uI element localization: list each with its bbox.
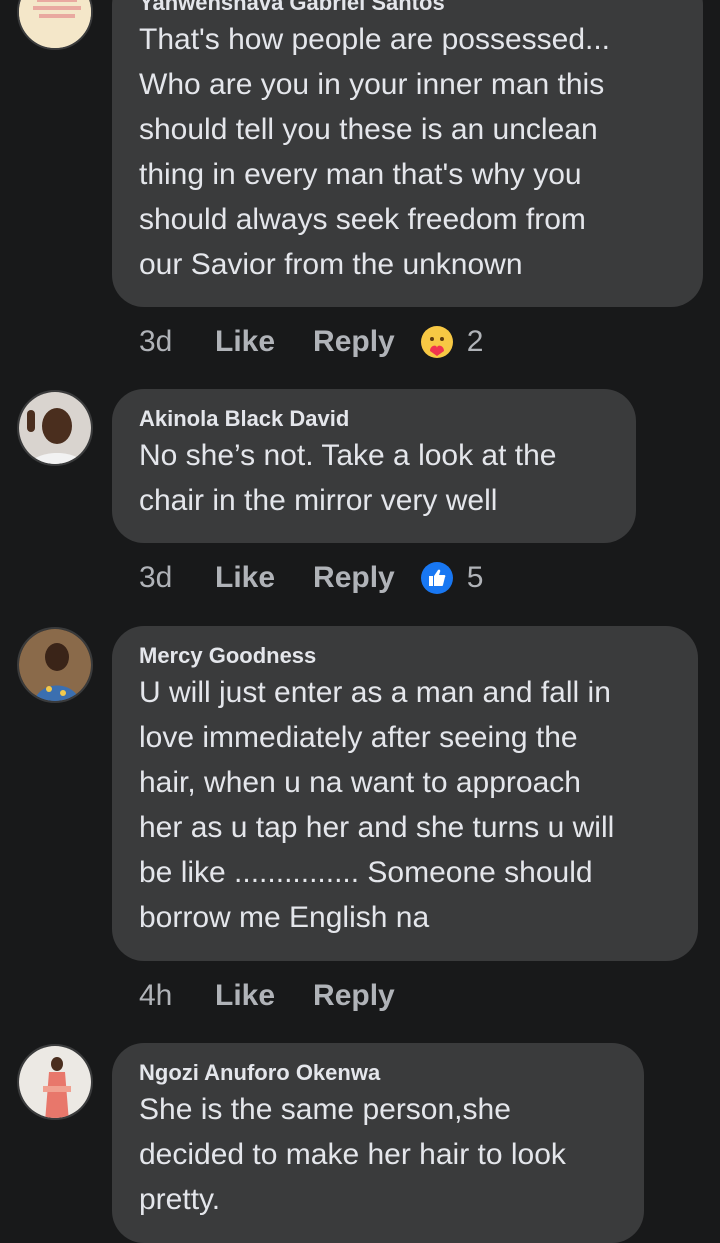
reply-button[interactable]: Reply xyxy=(313,325,395,359)
comment-author[interactable]: Ngozi Anuforo Okenwa xyxy=(139,1059,618,1087)
avatar[interactable] xyxy=(17,390,93,466)
like-button[interactable]: Like xyxy=(215,325,275,359)
reply-button[interactable]: Reply xyxy=(313,979,395,1013)
comment-author[interactable]: Yanwenshava Gabriel Santos xyxy=(139,0,677,17)
like-button[interactable]: Like xyxy=(215,979,275,1013)
avatar[interactable] xyxy=(17,1044,93,1120)
comment-timestamp[interactable]: 3d xyxy=(139,325,215,359)
comment-actions: 3d Like Reply 2 xyxy=(139,322,483,362)
comment-actions: 4h Like Reply xyxy=(139,976,433,1016)
comment-timestamp[interactable]: 3d xyxy=(139,561,215,595)
comment-bubble[interactable]: Mercy Goodness U will just enter as a ma… xyxy=(112,626,698,961)
comment-author[interactable]: Mercy Goodness xyxy=(139,642,672,670)
avatar-photo-icon xyxy=(19,392,91,464)
care-reaction-icon xyxy=(420,326,453,358)
reply-button[interactable]: Reply xyxy=(313,561,395,595)
reaction-count: 5 xyxy=(466,561,484,594)
comment-timestamp[interactable]: 4h xyxy=(139,979,215,1013)
avatar[interactable] xyxy=(17,627,93,703)
comment-text: She is the same person,she decided to ma… xyxy=(139,1093,566,1216)
comment-text: No she’s not. Take a look at the chair i… xyxy=(139,439,557,517)
comment-text: U will just enter as a man and fall in l… xyxy=(139,676,615,934)
avatar-photo-icon xyxy=(19,629,91,701)
comment-bubble[interactable]: Ngozi Anuforo Okenwa She is the same per… xyxy=(112,1043,644,1243)
avatar-logo-icon xyxy=(19,0,91,48)
comment-text: That's how people are possessed... Who a… xyxy=(139,23,611,281)
reaction-summary[interactable]: 5 xyxy=(420,561,484,595)
reaction-count: 2 xyxy=(466,325,484,358)
comment-actions: 3d Like Reply 5 xyxy=(139,558,483,598)
avatar-photo-icon xyxy=(19,1046,91,1118)
avatar[interactable] xyxy=(17,0,93,50)
comment-bubble[interactable]: Yanwenshava Gabriel Santos That's how pe… xyxy=(112,0,703,307)
comment-author[interactable]: Akinola Black David xyxy=(139,405,610,433)
like-button[interactable]: Like xyxy=(215,561,275,595)
reaction-summary[interactable]: 2 xyxy=(420,325,484,359)
comment-bubble[interactable]: Akinola Black David No she’s not. Take a… xyxy=(112,389,636,543)
like-reaction-icon xyxy=(420,562,453,594)
